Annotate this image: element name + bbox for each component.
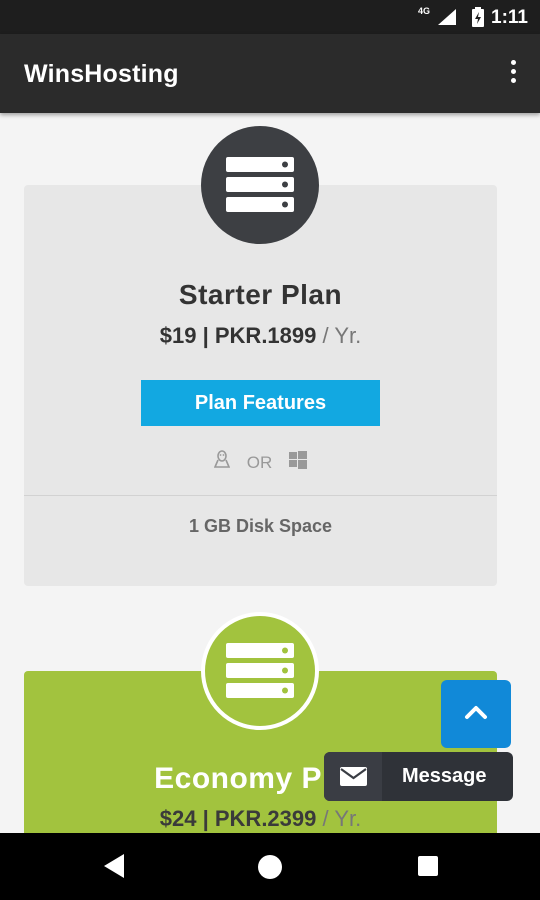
- price-pkr: PKR.1899: [214, 323, 317, 348]
- plan-feature-disk: 1 GB Disk Space: [188, 516, 333, 536]
- price-period: / Yr.: [316, 806, 362, 831]
- system-nav-bar: [0, 833, 540, 900]
- plan-name: Starter Plan: [178, 279, 343, 310]
- back-icon[interactable]: [104, 854, 124, 883]
- home-icon[interactable]: [258, 855, 282, 879]
- network-type: 4G: [417, 6, 430, 16]
- price-usd: $24: [159, 806, 197, 831]
- app-bar: WinsHosting: [0, 34, 540, 113]
- price-separator: |: [196, 806, 215, 831]
- more-vert-icon[interactable]: [508, 60, 518, 88]
- plan-card-starter: Starter Plan $19 | PKR.1899 / Yr. Plan F…: [24, 185, 497, 586]
- windows-icon: [288, 451, 307, 474]
- server-badge-starter: [201, 126, 319, 244]
- message-button[interactable]: Message: [324, 752, 513, 801]
- scroll-to-top-button[interactable]: [441, 680, 511, 748]
- plan-price: $24 | PKR.2399 / Yr.: [24, 806, 497, 832]
- server-badge-economy: [201, 612, 319, 730]
- envelope-icon: [340, 767, 367, 786]
- linux-icon: [213, 450, 231, 475]
- plan-features-button[interactable]: Plan Features: [141, 380, 380, 426]
- recent-apps-icon[interactable]: [418, 856, 438, 876]
- price-separator: |: [196, 323, 215, 348]
- status-bar: 4G 1:11: [0, 0, 540, 34]
- envelope-icon-box: [324, 752, 382, 801]
- plans-list[interactable]: Starter Plan $19 | PKR.1899 / Yr. Plan F…: [0, 113, 540, 833]
- chevron-up-icon: [465, 706, 487, 719]
- plan-price: $19 | PKR.1899 / Yr.: [24, 323, 497, 349]
- os-options: OR: [24, 450, 497, 475]
- divider: [24, 495, 497, 496]
- os-or-label: OR: [246, 452, 273, 472]
- price-usd: $19: [159, 323, 197, 348]
- server-icon: [226, 157, 294, 212]
- message-label: Message: [402, 765, 487, 787]
- clock: 1:11: [491, 7, 528, 28]
- price-pkr: PKR.2399: [214, 806, 317, 831]
- server-icon: [226, 643, 294, 698]
- signal-icon: [438, 9, 456, 30]
- app-title: WinsHosting: [24, 60, 179, 88]
- price-period: / Yr.: [316, 323, 362, 348]
- battery-icon: [472, 7, 484, 32]
